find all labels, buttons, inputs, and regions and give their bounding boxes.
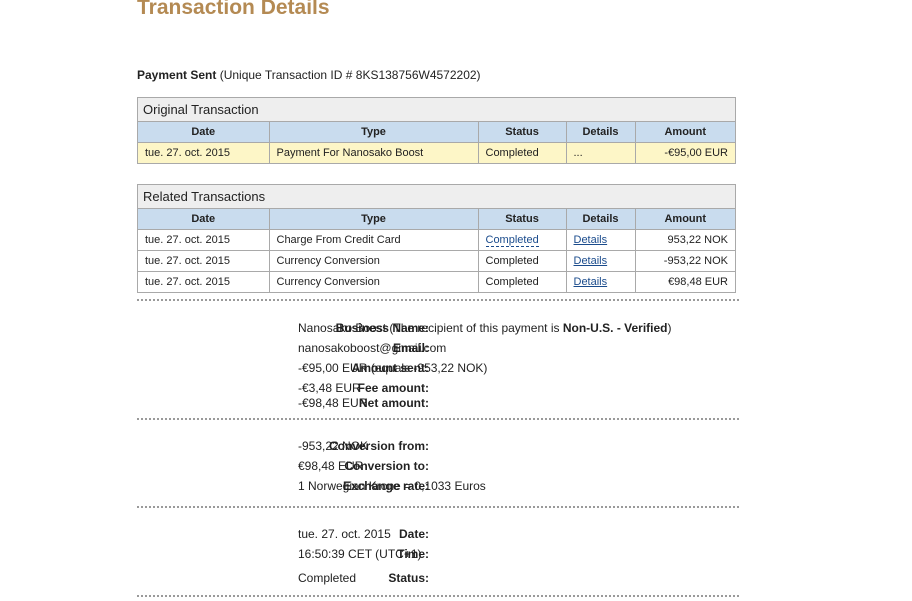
column-header-details: Details [566,122,636,143]
row-amount: 953,22 NOK [635,229,735,251]
time-value: 16:50:39 CET (UTC+1) [298,547,422,561]
status-link[interactable]: Completed [485,234,539,247]
date-value: tue. 27. oct. 2015 [298,527,391,541]
row-details: ... [566,142,636,163]
table-row: tue. 27. oct. 2015 Charge From Credit Ca… [138,229,735,251]
row-type: Payment For Nanosako Boost [269,142,479,163]
net-amount-label: Net amount: [359,396,429,410]
exchange-rate-value: 1 Norwegian Krone = 0,1033 Euros [298,479,486,493]
row-amount: -€95,00 EUR [635,142,735,163]
row-status: Completed [478,229,567,251]
row-date: tue. 27. oct. 2015 [138,229,270,251]
payment-summary: Payment Sent (Unique Transaction ID # 8K… [137,68,481,82]
section-divider [137,418,739,420]
row-status: Completed [478,142,567,163]
column-header-type: Type [269,122,479,143]
row-details: Details [566,229,636,251]
row-type: Currency Conversion [269,271,479,292]
row-amount: -953,22 NOK [635,250,735,272]
related-transactions-header: Related Transactions [138,185,735,209]
business-name: Nanosako Boost [298,321,387,335]
conversion-to-value: €98,48 EUR [298,459,364,473]
original-transaction-header: Original Transaction [138,98,735,122]
row-date: tue. 27. oct. 2015 [138,250,270,272]
column-header-amount: Amount [635,209,735,230]
column-header-type: Type [269,209,479,230]
table-row: tue. 27. oct. 2015 Currency Conversion C… [138,271,735,292]
column-header-status: Status [478,122,567,143]
column-header-amount: Amount [635,122,735,143]
conversion-from-value: -953,22 NOK [298,439,369,453]
fee-amount-label: Fee amount: [357,381,429,395]
table-header-row: Date Type Status Details Amount [138,209,735,230]
recipient-note: (The recipient of this payment is [389,321,563,335]
status-value: Completed [298,571,357,585]
details-link[interactable]: Details [574,234,608,246]
table-header-row: Date Type Status Details Amount [138,122,735,143]
date-label: Date: [398,527,429,541]
section-divider [137,299,739,301]
column-header-details: Details [566,209,636,230]
related-transactions-table: Date Type Status Details Amount tue. 27.… [138,209,735,292]
row-type: Currency Conversion [269,250,479,272]
row-details: Details [566,271,636,292]
row-type: Charge From Credit Card [269,229,479,251]
table-row: tue. 27. oct. 2015 Currency Conversion C… [138,250,735,272]
section-divider [137,595,739,597]
row-status: Completed [478,250,567,272]
row-date: tue. 27. oct. 2015 [138,271,270,292]
transaction-id: (Unique Transaction ID # 8KS138756W45722… [219,68,481,82]
business-name-value: Nanosako Boost (The recipient of this pa… [298,321,672,335]
amount-sent-value: -€95,00 EUR (equals -953,22 NOK) [298,361,488,375]
email-value: nanosakoboost@gmail.com [298,341,447,355]
fee-amount-value: -€3,48 EUR [298,381,361,395]
recipient-status: Non-U.S. - Verified [562,321,668,335]
details-link[interactable]: Details [574,255,608,267]
related-transactions-box: Related Transactions Date Type Status De… [137,184,736,293]
recipient-note-end: ) [667,321,672,335]
column-header-date: Date [138,122,270,143]
section-divider [137,506,739,508]
column-header-date: Date [138,209,270,230]
row-amount: €98,48 EUR [668,276,728,288]
original-transaction-table: Date Type Status Details Amount tue. 27.… [138,122,735,163]
net-amount-value: -€98,48 EUR [298,396,368,410]
transaction-details-page: Transaction Details Payment Sent (Unique… [0,0,912,601]
payment-sent-label: Payment Sent [137,68,217,82]
table-row: tue. 27. oct. 2015 Payment For Nanosako … [138,142,735,163]
row-status: Completed [478,271,567,292]
page-title: Transaction Details [137,0,330,19]
status-label: Status: [388,571,429,585]
column-header-status: Status [478,209,567,230]
original-transaction-box: Original Transaction Date Type Status De… [137,97,736,164]
row-details: Details [566,250,636,272]
details-link[interactable]: Details [574,276,608,288]
row-date: tue. 27. oct. 2015 [138,142,270,163]
